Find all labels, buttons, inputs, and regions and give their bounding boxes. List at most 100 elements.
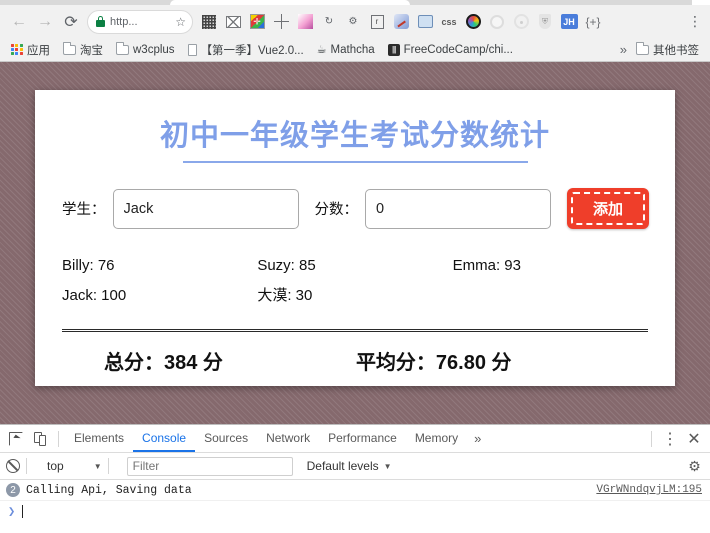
close-icon[interactable]: ✕ [682, 427, 706, 451]
device-toolbar-icon[interactable] [28, 427, 52, 451]
student-input[interactable] [112, 188, 299, 229]
css-icon[interactable]: css [438, 11, 460, 33]
entry-form: 学生： 分数： 添加 [62, 188, 675, 229]
toolbar-separator [107, 458, 109, 474]
crosshair-ruler-icon[interactable] [270, 11, 292, 33]
list-item: Jack: 100 [62, 287, 127, 304]
back-button[interactable]: ← [6, 9, 32, 35]
context-label: top [47, 459, 64, 473]
totals-row: 总分：384 分 平均分：76.80 分 [35, 346, 675, 375]
clear-console-icon[interactable] [6, 459, 20, 473]
tab-console[interactable]: Console [133, 425, 196, 452]
filter-input[interactable] [126, 456, 293, 476]
tab-sources[interactable]: Sources [195, 425, 257, 452]
qr-code-icon[interactable] [198, 11, 220, 33]
bookmark-freecodecamp[interactable]: ||| FreeCodeCamp/chi... [383, 42, 518, 58]
list-item: Billy: 76 [62, 257, 115, 274]
message-count-badge: 2 [6, 483, 20, 497]
bookmark-w3cplus[interactable]: w3cplus [111, 42, 180, 58]
folder-icon [635, 42, 649, 55]
star-icon[interactable]: ☆ [175, 15, 186, 29]
page-title: 初中一年级学生考试分数统计 [159, 120, 550, 152]
inspect-cursor-icon[interactable] [4, 427, 28, 451]
teacup-icon: ☕ [316, 44, 327, 56]
tabs-overflow-icon[interactable]: » [467, 431, 488, 446]
bookmark-mathcha[interactable]: ☕ Mathcha [312, 41, 380, 58]
browser-chrome: ← → ⟳ http... ☆ ↻ ⚙ r css ⛨ JH [0, 0, 710, 62]
tab-network[interactable]: Network [257, 425, 319, 452]
console-output: 2 Calling Api, Saving data VGrWNndqvjLM:… [0, 480, 710, 522]
bookmark-taobao[interactable]: 淘宝 [58, 40, 108, 60]
bookmark-other[interactable]: 其他书签 [631, 40, 704, 60]
chevron-down-icon: ▼ [93, 461, 102, 471]
context-selector[interactable]: top ▼ [47, 459, 102, 473]
browser-menu-icon[interactable]: ⋮ [684, 11, 706, 33]
devtools-panel: Elements Console Sources Network Perform… [0, 424, 710, 533]
apps-grid-icon [11, 43, 23, 56]
address-bar[interactable]: http... ☆ [87, 9, 193, 34]
text-cursor [22, 505, 24, 518]
tab-strip-filler [692, 0, 710, 5]
score-card: 初中一年级学生考试分数统计 学生： 分数： 添加 Billy: 76 Suzy:… [35, 90, 675, 386]
page-viewport: 初中一年级学生考试分数统计 学生： 分数： 添加 Billy: 76 Suzy:… [0, 62, 710, 424]
color-picker-icon[interactable] [246, 11, 268, 33]
list-item: Suzy: 85 [257, 257, 316, 274]
bookmark-vue[interactable]: 【第一季】Vue2.0... [183, 40, 309, 60]
devtools-menu-icon[interactable]: ⋮ [658, 427, 682, 451]
json-braces-icon[interactable]: {+} [582, 11, 604, 33]
document-icon [187, 43, 197, 56]
color-wheel-icon[interactable] [462, 11, 484, 33]
bookmark-label: 【第一季】Vue2.0... [200, 44, 304, 57]
bookmark-label: 其他书签 [653, 44, 699, 57]
extensions-bar: ↻ ⚙ r css ⛨ JH {+} [198, 11, 684, 33]
prompt-caret-icon: ❯ [8, 505, 16, 519]
tab-performance[interactable]: Performance [319, 425, 406, 452]
add-button[interactable]: 添加 [567, 188, 649, 229]
react-atom-icon[interactable] [510, 11, 532, 33]
student-label: 学生： [62, 202, 106, 218]
chevron-down-icon: ▼ [383, 461, 392, 471]
tab-strip [0, 0, 710, 5]
folder-icon [115, 42, 129, 55]
tab-elements[interactable]: Elements [65, 425, 133, 452]
speedometer-icon[interactable] [390, 11, 412, 33]
bookmark-label: 淘宝 [80, 44, 103, 57]
bookmark-apps[interactable]: 应用 [6, 40, 55, 60]
reload-button[interactable]: ⟳ [58, 9, 84, 35]
list-item: 大漠: 30 [257, 287, 313, 304]
mail-checker-icon[interactable] [222, 11, 244, 33]
forward-button[interactable]: → [32, 9, 58, 35]
score-input[interactable] [365, 188, 551, 229]
gear-icon[interactable]: ⚙ [687, 458, 702, 474]
log-levels-label: Default levels [306, 459, 379, 473]
score-label: 分数： [314, 202, 359, 218]
shield-icon[interactable]: ⛨ [534, 11, 556, 33]
browser-toolbar: ← → ⟳ http... ☆ ↻ ⚙ r css ⛨ JH [0, 5, 710, 38]
ruler-icon[interactable]: r [366, 11, 388, 33]
active-tab[interactable] [170, 0, 410, 5]
bookmarks-right-group: » 其他书签 [616, 40, 704, 60]
total-score: 总分：384 分 [104, 352, 223, 374]
bookmark-label: FreeCodeCamp/chi... [403, 43, 513, 56]
bookmark-label: Mathcha [330, 43, 375, 56]
tab-memory[interactable]: Memory [406, 425, 467, 452]
jh-badge-icon[interactable]: JH [558, 11, 580, 33]
circle-icon[interactable] [486, 11, 508, 33]
log-levels-selector[interactable]: Default levels ▼ [307, 459, 392, 473]
console-message-row[interactable]: 2 Calling Api, Saving data VGrWNndqvjLM:… [0, 480, 710, 501]
average-score: 平均分：76.80 分 [355, 352, 512, 374]
bookmarks-overflow-icon[interactable]: » [616, 42, 631, 57]
student-list: Billy: 76 Suzy: 85 Emma: 93 Jack: 100 大漠… [62, 251, 648, 311]
image-extension-icon[interactable] [414, 11, 436, 33]
gradient-icon[interactable] [294, 11, 316, 33]
console-prompt[interactable]: ❯ [0, 501, 710, 522]
bookmark-label: 应用 [27, 44, 50, 57]
gear-extension-icon[interactable]: ⚙ [342, 11, 364, 33]
console-source-link[interactable]: VGrWNndqvjLM:195 [596, 484, 702, 496]
refresh-extension-icon[interactable]: ↻ [318, 11, 340, 33]
bookmark-label: w3cplus [133, 43, 175, 56]
section-divider [62, 329, 648, 332]
title-underline [182, 161, 528, 163]
toolbar-separator [26, 458, 27, 474]
console-message-text: Calling Api, Saving data [26, 483, 192, 497]
